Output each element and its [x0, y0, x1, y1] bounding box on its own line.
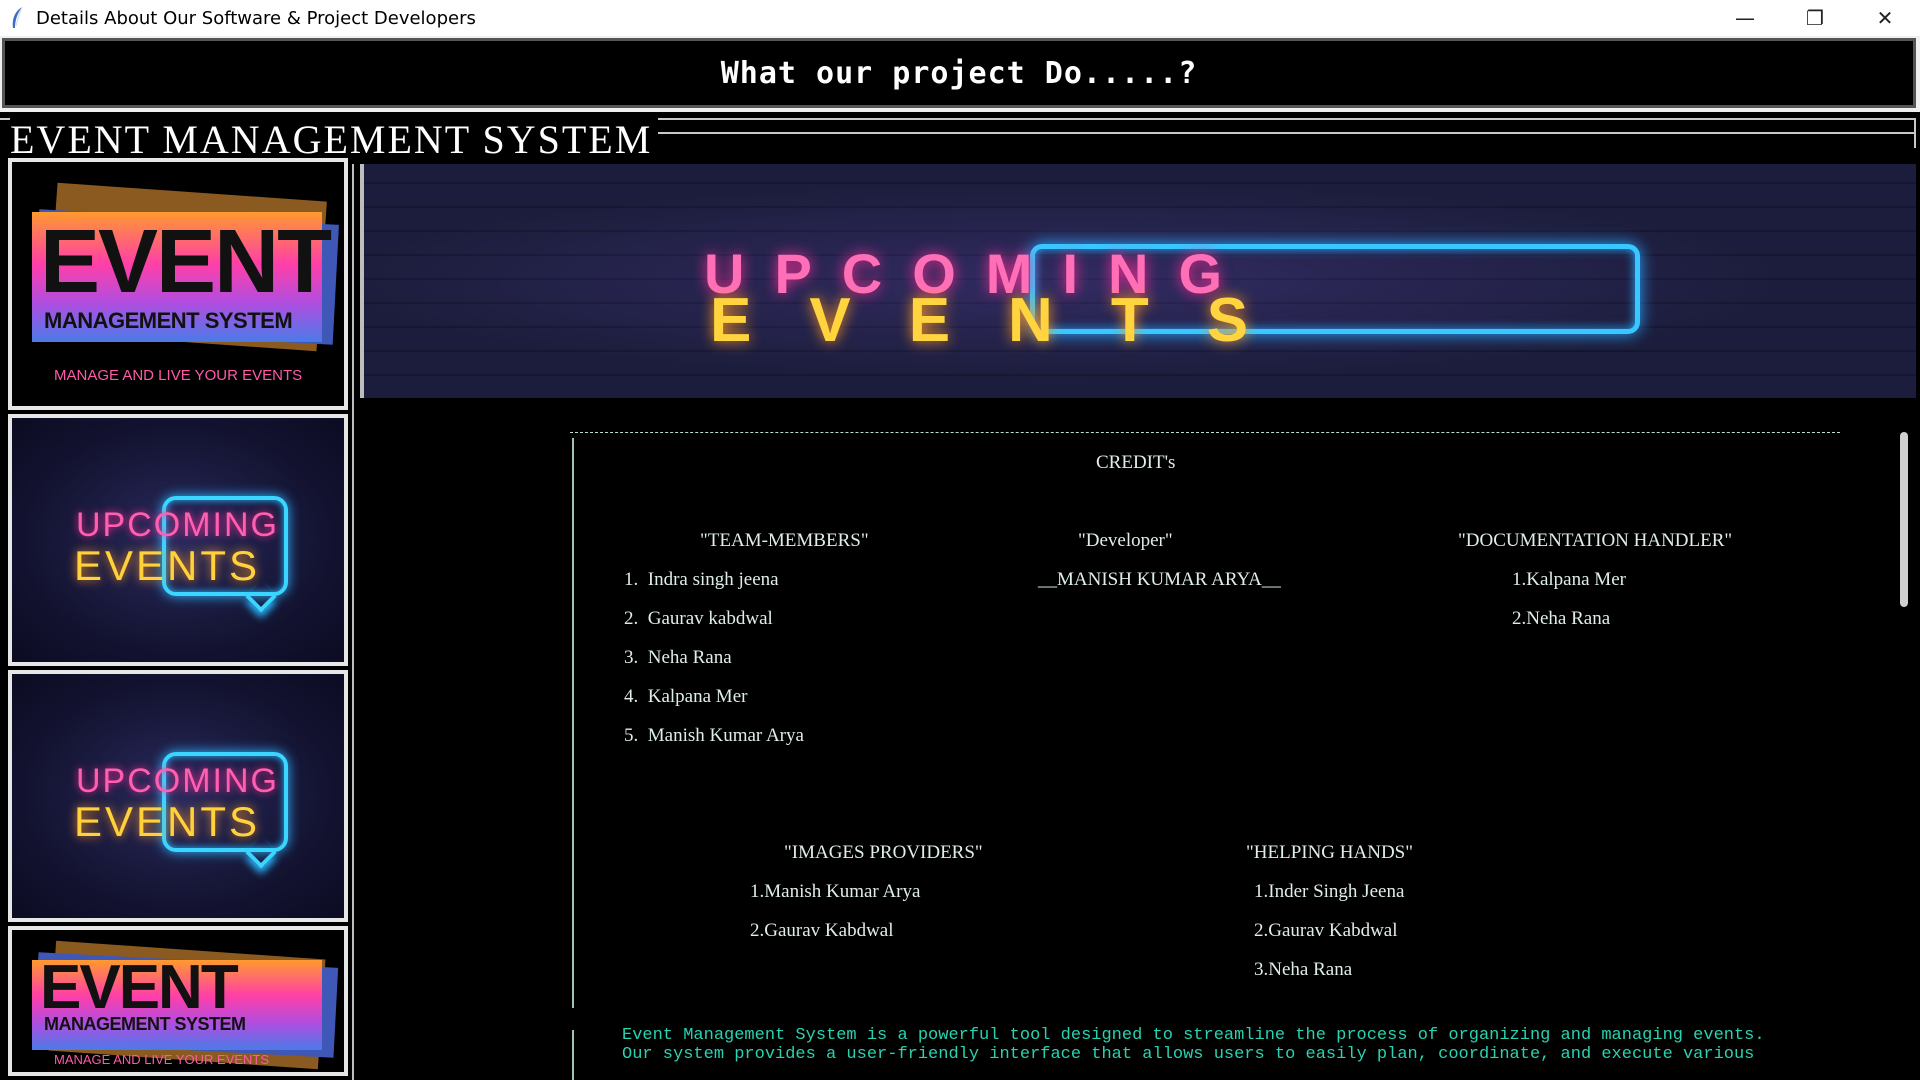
images-provider-item: 1.Manish Kumar Arya [750, 881, 921, 902]
app-heading: EVENT MANAGEMENT SYSTEM [10, 118, 659, 162]
documentation-heading: "DOCUMENTATION HANDLER" [1458, 530, 1733, 551]
team-member-item: 3. Neha Rana [624, 647, 732, 668]
neon-events-text: EVENTS [74, 798, 261, 845]
upcoming-events-image: UPCOMING EVENTS [8, 670, 348, 922]
documentation-item: 2.Neha Rana [1512, 608, 1611, 629]
vertical-scrollbar[interactable] [1900, 432, 1908, 607]
dashed-divider [570, 432, 1840, 433]
logo-tagline-text: MANAGE AND LIVE YOUR EVENTS [54, 1052, 270, 1067]
feather-icon [12, 6, 23, 28]
helping-hands-item: 3.Neha Rana [1254, 959, 1353, 980]
description-left-border [572, 1030, 574, 1080]
logo-event-text: EVENT [40, 212, 332, 312]
documentation-item: 1.Kalpana Mer [1512, 569, 1626, 590]
window-controls: — ❐ ✕ [1710, 0, 1920, 36]
images-providers-heading: "IMAGES PROVIDERS" [784, 842, 983, 863]
neon-upcoming-text: UPCOMING [76, 762, 279, 800]
description-line: Event Management System is a powerful to… [622, 1026, 1765, 1045]
images-provider-item: 2.Gaurav Kabdwal [750, 920, 894, 941]
logo-event-text: EVENT [40, 953, 239, 1022]
team-members-heading: "TEAM-MEMBERS" [700, 530, 869, 551]
neon-upcoming-text: UPCOMING [76, 506, 279, 544]
restore-button[interactable]: ❐ [1780, 0, 1850, 36]
team-member-item: 5. Manish Kumar Arya [624, 725, 804, 746]
header-text: What our project Do.....? [720, 55, 1198, 91]
logo-subtitle-text: MANAGEMENT SYSTEM [44, 308, 293, 333]
team-member-item: 4. Kalpana Mer [624, 686, 748, 707]
window-title: Details About Our Software & Project Dev… [36, 7, 476, 29]
team-member-item: 1. Indra singh jeena [624, 569, 779, 590]
credits-title: CREDIT's [1096, 452, 1176, 473]
helping-hands-heading: "HELPING HANDS" [1246, 842, 1413, 863]
upcoming-events-banner: UPCOMING EVENTS [360, 164, 1916, 398]
event-logo-image: EVENT MANAGEMENT SYSTEM MANAGE AND LIVE … [8, 926, 348, 1076]
details-pane: UPCOMING EVENTS CREDIT's "TEAM-MEMBERS" … [352, 164, 1916, 1080]
helping-hands-item: 2.Gaurav Kabdwal [1254, 920, 1398, 941]
upcoming-events-image: UPCOMING EVENTS [8, 414, 348, 666]
developer-heading: "Developer" [1078, 530, 1173, 551]
banner-events-text: EVENTS [710, 286, 1307, 355]
close-button[interactable]: ✕ [1850, 0, 1920, 36]
project-description: Event Management System is a powerful to… [622, 1026, 1852, 1064]
main-area: EVENT MANAGEMENT SYSTEM EVENT MANAGEMENT… [0, 112, 1920, 1080]
description-line: Our system provides a user-friendly inte… [622, 1045, 1755, 1064]
minimize-button[interactable]: — [1710, 0, 1780, 36]
developer-name: __MANISH KUMAR ARYA__ [1038, 569, 1281, 590]
header-banner: What our project Do.....? [2, 38, 1916, 108]
logo-tagline-text: MANAGE AND LIVE YOUR EVENTS [54, 367, 303, 384]
event-logo-image: EVENT MANAGEMENT SYSTEM MANAGE AND LIVE … [8, 158, 348, 410]
neon-events-text: EVENTS [74, 542, 261, 589]
team-member-item: 2. Gaurav kabdwal [624, 608, 773, 629]
credits-text-area[interactable]: CREDIT's "TEAM-MEMBERS" 1. Indra singh j… [360, 402, 1916, 1080]
helping-hands-item: 1.Inder Singh Jeena [1254, 881, 1405, 902]
credits-left-border [572, 438, 574, 1008]
window-title-bar: Details About Our Software & Project Dev… [0, 0, 1920, 36]
label-frame-inner-border [530, 132, 1916, 134]
logo-subtitle-text: MANAGEMENT SYSTEM [44, 1014, 246, 1034]
